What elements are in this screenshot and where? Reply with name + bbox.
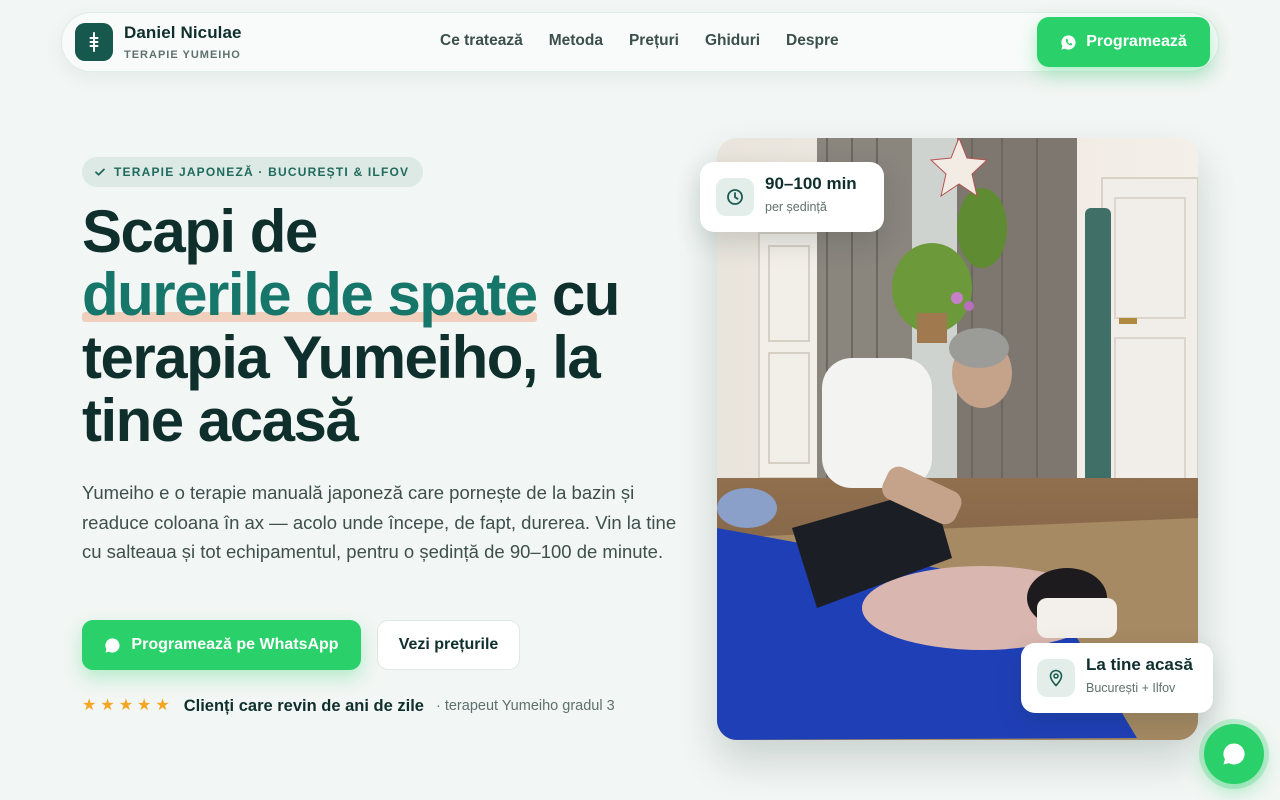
- star-icon: ★: [155, 697, 170, 714]
- hero-title: Scapi de durerile de spate cu terapia Yum…: [82, 200, 682, 452]
- whatsapp-book-label: Programează pe WhatsApp: [131, 636, 339, 653]
- rating-subtext: · terapeut Yumeiho gradul 3: [435, 698, 615, 714]
- location-card: La tine acasă București + Ilfov: [1021, 643, 1213, 713]
- duration-card: 90–100 min per ședință: [700, 162, 884, 232]
- star-rating: ★ ★ ★ ★ ★: [82, 696, 170, 716]
- check-icon: [95, 168, 105, 176]
- star-icon: ★: [137, 697, 152, 714]
- view-prices-button[interactable]: Vezi prețurile: [377, 620, 520, 670]
- whatsapp-book-button[interactable]: Programează pe WhatsApp: [82, 620, 361, 670]
- brand-name[interactable]: Daniel Niculae: [124, 23, 242, 43]
- location-pin-icon: [1037, 659, 1075, 697]
- chat-floating-button[interactable]: [1204, 724, 1264, 784]
- hero-title-highlight: durerile de spate: [82, 261, 538, 328]
- rating-row: ★ ★ ★ ★ ★ Clienți care revin de ani de z…: [82, 696, 615, 716]
- star-icon: ★: [100, 697, 115, 714]
- hero-badge: TERAPIE JAPONEZĂ · BUCUREȘTI & ILFOV: [82, 157, 424, 187]
- main-nav: Ce tratează Metoda Prețuri Ghiduri Despr…: [440, 32, 839, 50]
- clock-icon: [716, 178, 754, 216]
- hero-badge-text: TERAPIE JAPONEZĂ · BUCUREȘTI & ILFOV: [114, 165, 410, 179]
- location-card-subtitle: București + Ilfov: [1086, 681, 1176, 695]
- chat-bubble-icon: [1223, 743, 1245, 765]
- duration-card-subtitle: per ședință: [765, 200, 827, 214]
- whatsapp-icon: [105, 637, 120, 653]
- brand-subtitle: TERAPIE YUMEIHO: [124, 49, 241, 61]
- location-card-title: La tine acasă: [1086, 655, 1193, 674]
- whatsapp-icon: [1061, 34, 1076, 50]
- hero-title-part-1: Scapi de: [82, 198, 318, 265]
- star-icon: ★: [82, 697, 97, 714]
- nav-link-preturi[interactable]: Prețuri: [629, 32, 679, 50]
- spine-icon[interactable]: [75, 23, 113, 61]
- hero-description: Yumeiho e o terapie manuală japoneză car…: [82, 482, 677, 562]
- nav-link-ghiduri[interactable]: Ghiduri: [705, 32, 760, 50]
- duration-card-title: 90–100 min: [765, 174, 857, 193]
- nav-link-metoda[interactable]: Metoda: [549, 32, 603, 50]
- site-header: Daniel Niculae TERAPIE YUMEIHO Ce tratea…: [61, 12, 1219, 72]
- star-icon: ★: [118, 697, 134, 714]
- header-book-button[interactable]: Programează: [1037, 17, 1210, 67]
- nav-link-despre[interactable]: Despre: [786, 32, 839, 50]
- nav-link-ce-trateaza[interactable]: Ce tratează: [440, 32, 523, 50]
- rating-text: Clienți care revin de ani de zile: [183, 696, 424, 715]
- header-book-label: Programează: [1086, 33, 1187, 50]
